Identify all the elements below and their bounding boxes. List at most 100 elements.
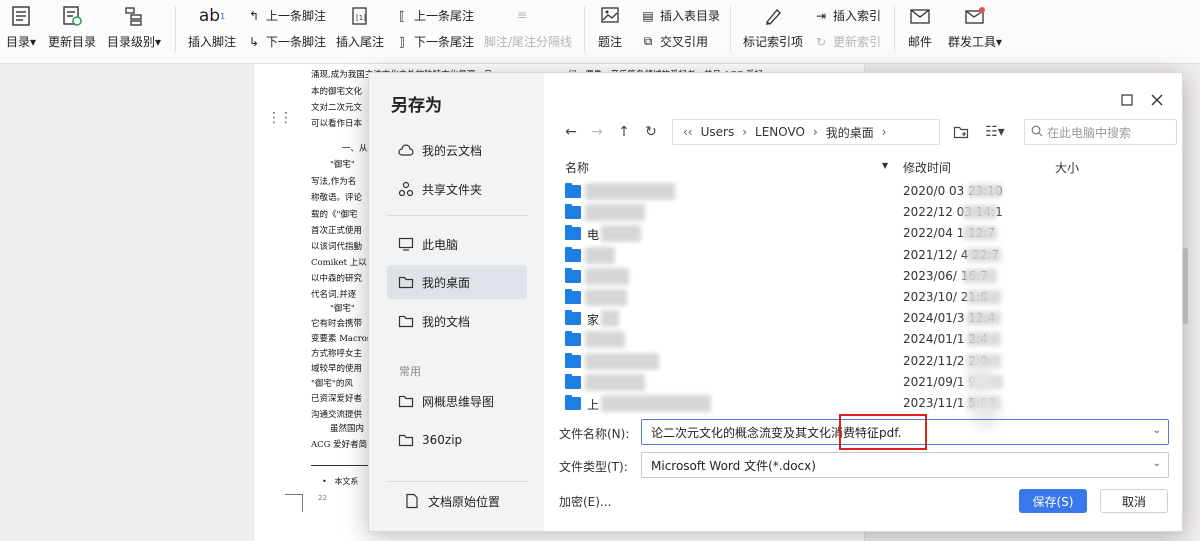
sidebar-item-cloud-docs[interactable]: 我的云文档 [387, 133, 527, 167]
caption-button[interactable]: 题注 [598, 4, 622, 50]
dialog-title: 另存为 [391, 96, 442, 116]
file-row[interactable]: 家 2024/01/3 12:4 [565, 308, 1165, 329]
save-button[interactable]: 保存(S) [1019, 489, 1087, 513]
file-row[interactable]: 2021/09/1 9: [565, 372, 1165, 393]
caption-label: 题注 [598, 35, 623, 49]
address-bar[interactable]: ‹‹ Users › LENOVO › 我的桌面 › [672, 119, 940, 145]
insert-endnote-button[interactable]: [1] 插入尾注 [336, 4, 384, 50]
file-row[interactable]: 电 2022/04 1 12:7 [565, 223, 1165, 244]
sidebar-divider [387, 481, 527, 482]
file-row[interactable]: 2023/06/ 16:7 [565, 266, 1165, 287]
file-row[interactable]: 2023/10/ 21:8 [565, 287, 1165, 308]
maximize-icon[interactable] [1119, 92, 1135, 108]
up-arrow-icon[interactable]: ↑ [615, 123, 633, 141]
column-header-name[interactable]: 名称 [565, 159, 589, 176]
folder-outline-icon [398, 393, 414, 409]
folder-icon [565, 395, 581, 410]
footnote-sup: 1 [220, 11, 226, 21]
file-row[interactable]: 2021/12/ 4 22:7 [565, 245, 1165, 266]
separator-icon: ≡ [516, 8, 528, 22]
folder-icon [565, 331, 581, 347]
redaction-blur [967, 332, 1001, 347]
mark-index-entry-button[interactable]: 标记索引项 [743, 4, 803, 50]
toc-button[interactable]: 目录▾ [6, 4, 36, 50]
sidebar-item-360zip[interactable]: 360zip [387, 423, 527, 457]
mark-index-entry-label: 标记索引项 [743, 35, 804, 49]
document-line: ACG 爱好者简 [311, 440, 368, 450]
file-name: 电 [587, 228, 600, 243]
close-icon[interactable] [1149, 92, 1165, 108]
chevron-right-icon: › [742, 125, 748, 139]
sidebar-item-mindmap[interactable]: 网概思维导图 [387, 384, 527, 418]
prev-endnote-icon: ⟦ [399, 8, 405, 23]
drag-handle-icon[interactable]: ⋮⋮ [267, 110, 293, 126]
search-input[interactable]: 在此电脑中搜索 [1024, 119, 1177, 145]
chevron-down-icon: ⌄ [1152, 458, 1161, 469]
new-folder-icon[interactable] [952, 123, 970, 141]
prev-endnote-button[interactable]: ⟦ 上一条尾注 [394, 7, 474, 24]
breadcrumb-desktop[interactable]: 我的桌面 [826, 124, 874, 141]
next-footnote-button[interactable]: ↳ 下一条脚注 [246, 33, 326, 50]
redaction-blur [585, 331, 625, 349]
sidebar-item-shared-folder[interactable]: 共享文件夹 [387, 172, 527, 206]
file-name: 家 [587, 313, 600, 328]
cross-reference-icon: ⧉ [643, 34, 653, 48]
document-line: 代名词,并逐 [311, 290, 357, 300]
insert-footnote-button[interactable]: ab 1 插入脚注 [188, 4, 236, 50]
breadcrumb-users[interactable]: Users [701, 125, 735, 139]
forward-arrow-icon[interactable]: → [588, 123, 606, 141]
mass-mail-icon [963, 4, 987, 28]
file-row[interactable]: 上 2023/11/1 5:03 [565, 393, 1165, 414]
redaction-blur [601, 225, 641, 243]
update-index-button[interactable]: ↻ 更新索引 [813, 33, 881, 50]
folder-outline-icon [398, 274, 414, 290]
document-line: "御宅" [330, 160, 355, 170]
cancel-button[interactable]: 取消 [1100, 489, 1168, 513]
note-separator-button[interactable]: 脚注/尾注分隔线 [484, 33, 572, 50]
insert-endnote-label: 插入尾注 [336, 35, 385, 49]
scrollbar[interactable] [1183, 248, 1188, 324]
folder-icon [565, 246, 581, 262]
redaction-blur [963, 268, 997, 283]
toc-level-icon [122, 4, 146, 28]
folder-outline-icon [398, 432, 414, 448]
insert-index-button[interactable]: ⇥ 插入索引 [813, 7, 881, 24]
sidebar-item-my-documents[interactable]: 我的文档 [387, 304, 527, 338]
column-header-size[interactable]: 大小 [1055, 159, 1079, 176]
sidebar-item-this-pc[interactable]: 此电脑 [387, 227, 527, 261]
file-row[interactable]: 2024/01/1 2:4 [565, 329, 1165, 350]
redaction-blur [585, 373, 645, 391]
file-row[interactable]: 2022/12 03 14:1 [565, 202, 1165, 223]
column-header-modified[interactable]: 修改时间 [903, 159, 951, 176]
redaction-blur [585, 183, 675, 200]
redaction-blur [963, 205, 997, 220]
filetype-select[interactable]: Microsoft Word 文件(*.docx) ⌄ [641, 452, 1169, 478]
document-line: 虽然国内 [330, 424, 365, 434]
breadcrumb-lenovo[interactable]: LENOVO [755, 125, 805, 139]
insert-table-of-figures-button[interactable]: ▤ 插入表目录 [640, 7, 720, 24]
search-icon [1031, 125, 1043, 140]
image-caption-icon [598, 4, 622, 28]
next-endnote-button[interactable]: ⟧ 下一条尾注 [394, 33, 474, 50]
file-row[interactable]: 2022/11/2 2:0 [565, 351, 1165, 372]
filetype-label: 文件类型(T): [559, 460, 628, 474]
back-arrow-icon[interactable]: ← [562, 123, 580, 141]
document-line: 方式称呼女主 [311, 349, 363, 359]
view-options-icon[interactable]: ☷▾ [981, 123, 1009, 141]
toc-level-button[interactable]: 目录级别▾ [107, 4, 161, 50]
footnote-glyph: ab [198, 6, 221, 26]
file-row[interactable]: 2020/0 03 23:10 [565, 181, 1165, 202]
sidebar-item-my-desktop[interactable]: 我的桌面 [387, 265, 527, 299]
prev-footnote-button[interactable]: ↰ 上一条脚注 [246, 7, 326, 24]
doc-original-location-button[interactable]: 文档原始位置 [393, 484, 533, 518]
insert-index-icon: ⇥ [815, 8, 827, 23]
cross-reference-button[interactable]: ⧉ 交叉引用 [640, 33, 708, 50]
mass-tools-button[interactable]: 群发工具▾ [948, 4, 1002, 50]
encrypt-button[interactable]: 加密(E)... [559, 493, 611, 510]
refresh-icon[interactable]: ↻ [642, 123, 660, 141]
chevron-down-icon[interactable]: ⌄ [1153, 425, 1161, 436]
mail-button[interactable]: 邮件 [908, 4, 932, 50]
document-line: "御宅" [330, 304, 355, 314]
update-toc-button[interactable]: 更新目录 [48, 4, 96, 50]
toc-level-label: 目录级别 [107, 35, 156, 49]
